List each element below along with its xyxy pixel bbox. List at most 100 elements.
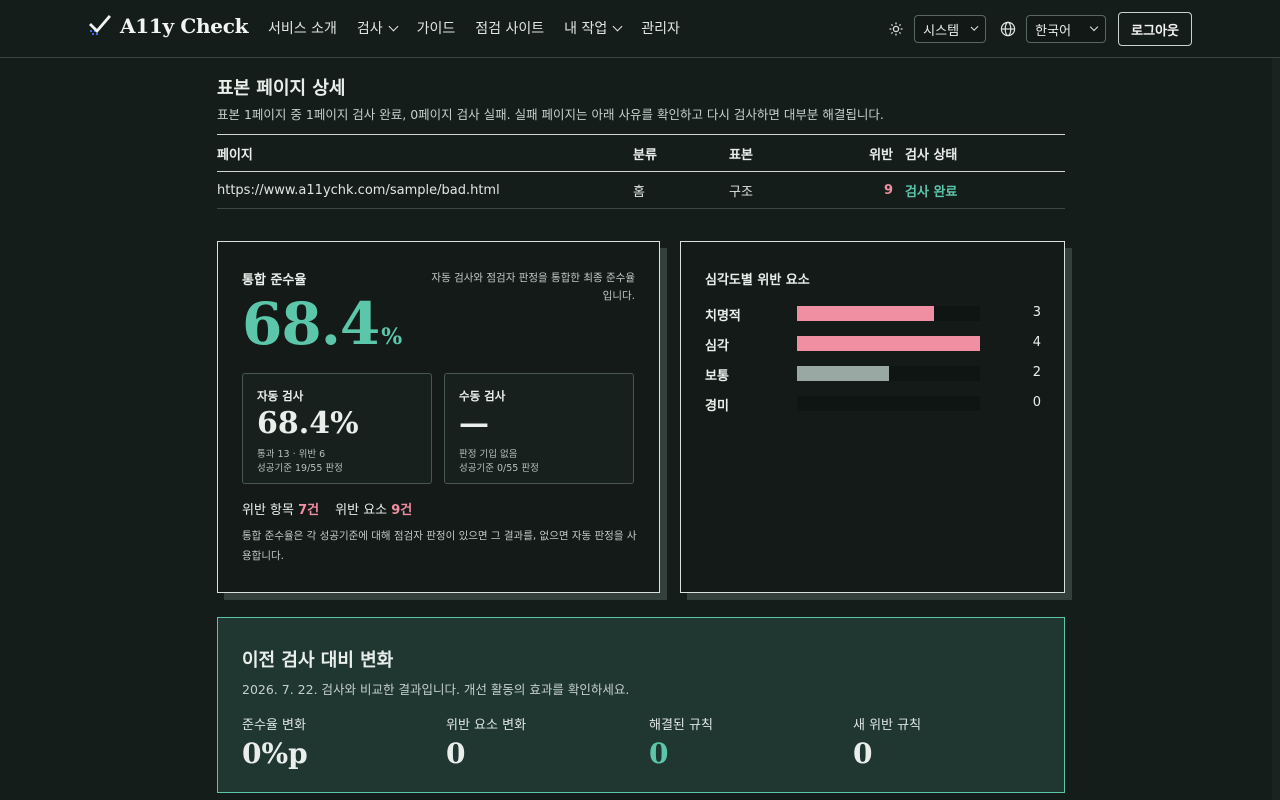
severity-bar-fill: [797, 366, 889, 381]
severity-bar-fill: [797, 336, 980, 351]
header-controls: 시스템 한국어 로그아웃: [886, 12, 1192, 46]
metric-value: 0: [446, 737, 466, 770]
compliance-footnote: 통합 준수율은 각 성공기준에 대해 점검자 판정이 있으면 그 결과를, 없으…: [242, 530, 637, 562]
manual-inspection-label: 수동 검사: [459, 389, 506, 403]
nav-label: 검사: [356, 21, 383, 37]
theme-select[interactable]: 시스템: [914, 15, 987, 43]
auto-inspection-value: 68.4%: [257, 406, 359, 441]
chevron-down-icon: [970, 23, 979, 31]
auto-inspection-criteria: 성공기준 19/55 판정: [257, 463, 343, 474]
column-header-category: 분류: [633, 147, 657, 163]
page-violation-count: 9: [883, 182, 893, 198]
nav-item-sites[interactable]: 점검 사이트: [475, 18, 544, 38]
nav-item-about[interactable]: 서비스 소개: [268, 18, 337, 38]
severity-label: 보통: [705, 369, 729, 384]
compliance-title: 통합 준수율: [242, 273, 307, 288]
column-header-page: 페이지: [217, 147, 253, 163]
nav-item-my-work[interactable]: 내 작업: [564, 18, 623, 38]
severity-label: 심각: [705, 339, 729, 354]
table-header: 페이지 분류 표본 위반 검사 상태: [217, 134, 1065, 172]
severity-count: 0: [1032, 395, 1041, 410]
metric-label: 위반 요소 변화: [446, 718, 527, 733]
compliance-rate-unit: %: [381, 324, 403, 350]
severity-bar-track: [797, 396, 980, 411]
logo-text: A11y Check: [120, 14, 249, 38]
chevron-down-icon: [1089, 22, 1099, 32]
violation-counts: 위반 항목 7건 위반 요소 9건: [242, 499, 412, 518]
violation-elements-label: 위반 요소: [335, 503, 388, 518]
severity-bar-track: [797, 366, 980, 381]
compliance-rate: 68.4 %: [242, 290, 402, 358]
severity-count: 3: [1032, 305, 1041, 320]
manual-inspection-criteria: 성공기준 0/55 판정: [459, 463, 539, 474]
nav-item-admin[interactable]: 관리자: [641, 18, 680, 38]
violation-elements-count: 위반 요소 9건: [335, 499, 412, 518]
metric-compliance-change: 준수율 변화 0%p: [242, 714, 432, 770]
change-description: 2026. 7. 22. 검사와 비교한 결과입니다. 개선 활동의 효과를 확…: [242, 682, 630, 697]
nav-label: 점검 사이트: [475, 21, 545, 37]
language-select[interactable]: 한국어: [1026, 15, 1107, 43]
auto-inspection-label: 자동 검사: [257, 389, 304, 403]
sample-table: 페이지 분류 표본 위반 검사 상태 https://www.a11ychk.c…: [217, 134, 1065, 209]
top-header: A11y Check 서비스 소개 검사 가이드 점검 사이트 내 작업 관리자…: [0, 0, 1280, 58]
metric-resolved-rules: 해결된 규칙 0: [649, 714, 839, 770]
sun-icon: [886, 19, 906, 39]
violation-items-label: 위반 항목: [242, 503, 294, 518]
severity-label: 치명적: [705, 309, 741, 324]
theme-select-value: 시스템: [923, 23, 960, 39]
column-header-status: 검사 상태: [905, 147, 958, 163]
page-category: 홈: [633, 184, 645, 200]
chevron-down-icon: [612, 21, 623, 31]
manual-inspection-summary: 판정 기입 없음: [459, 449, 518, 460]
severity-card: 심각도별 위반 요소 치명적 3 심각 4 보통 2 경미 0: [680, 241, 1065, 593]
metric-label: 새 위반 규칙: [853, 718, 922, 733]
metric-value: 0%p: [242, 737, 308, 770]
severity-bar-fill: [797, 306, 935, 321]
auto-inspection-box: 자동 검사 68.4% 통과 13 · 위반 6 성공기준 19/55 판정: [242, 373, 432, 484]
nav-item-inspect[interactable]: 검사: [356, 18, 399, 38]
metric-value: 0: [853, 737, 873, 770]
severity-count: 2: [1032, 365, 1041, 380]
nav-label: 관리자: [641, 21, 680, 37]
compliance-rate-value: 68.4: [242, 290, 380, 358]
nav-label: 내 작업: [564, 21, 608, 37]
change-title: 이전 검사 대비 변화: [242, 650, 394, 671]
severity-row-moderate: 보통 2: [705, 364, 1041, 384]
column-header-violations: 위반: [869, 147, 893, 163]
metric-value: 0: [649, 737, 669, 770]
change-card: 이전 검사 대비 변화 2026. 7. 22. 검사와 비교한 결과입니다. …: [217, 617, 1065, 793]
table-row: https://www.a11ychk.com/sample/bad.html …: [217, 172, 1065, 209]
metric-violation-change: 위반 요소 변화 0: [446, 714, 636, 770]
severity-label: 경미: [705, 399, 729, 414]
compliance-card: 통합 준수율 자동 검사와 점검자 판정을 통합한 최종 준수율입니다. 68.…: [217, 241, 660, 593]
severity-row-serious: 심각 4: [705, 334, 1041, 354]
severity-count: 4: [1032, 335, 1041, 350]
sample-section-description: 표본 1페이지 중 1페이지 검사 완료, 0페이지 검사 실패. 실패 페이지…: [217, 107, 884, 122]
page-url-link[interactable]: https://www.a11ychk.com/sample/bad.html: [217, 172, 500, 208]
logo[interactable]: A11y Check: [88, 14, 248, 38]
globe-icon: [998, 19, 1018, 39]
manual-inspection-box: 수동 검사 — 판정 기입 없음 성공기준 0/55 판정: [444, 373, 634, 484]
page-scrollbar[interactable]: [1272, 58, 1280, 800]
page-status-badge: 검사 완료: [905, 184, 958, 200]
main-nav: 서비스 소개 검사 가이드 점검 사이트 내 작업 관리자: [268, 18, 680, 38]
severity-row-critical: 치명적 3: [705, 304, 1041, 324]
metric-label: 해결된 규칙: [649, 718, 713, 733]
nav-item-guide[interactable]: 가이드: [417, 18, 456, 38]
logout-button[interactable]: 로그아웃: [1118, 12, 1192, 46]
violation-items-count: 위반 항목 7건: [242, 499, 319, 518]
nav-label: 가이드: [416, 21, 456, 37]
manual-inspection-value: —: [459, 406, 489, 441]
severity-bar-track: [797, 336, 980, 351]
violation-items-value: 7건: [298, 503, 320, 518]
page-sample-type: 구조: [729, 184, 753, 200]
checkmark-logo-icon: [88, 14, 112, 38]
sample-section-title: 표본 페이지 상세: [217, 78, 346, 99]
metric-new-violation-rules: 새 위반 규칙 0: [853, 714, 1043, 770]
auto-inspection-summary: 통과 13 · 위반 6: [257, 449, 326, 460]
compliance-note: 자동 검사와 점검자 판정을 통합한 최종 준수율입니다.: [431, 272, 635, 303]
nav-label: 서비스 소개: [268, 21, 337, 37]
column-header-sample: 표본: [729, 147, 753, 163]
metric-label: 준수율 변화: [242, 718, 306, 733]
violation-elements-value: 9건: [391, 503, 413, 518]
